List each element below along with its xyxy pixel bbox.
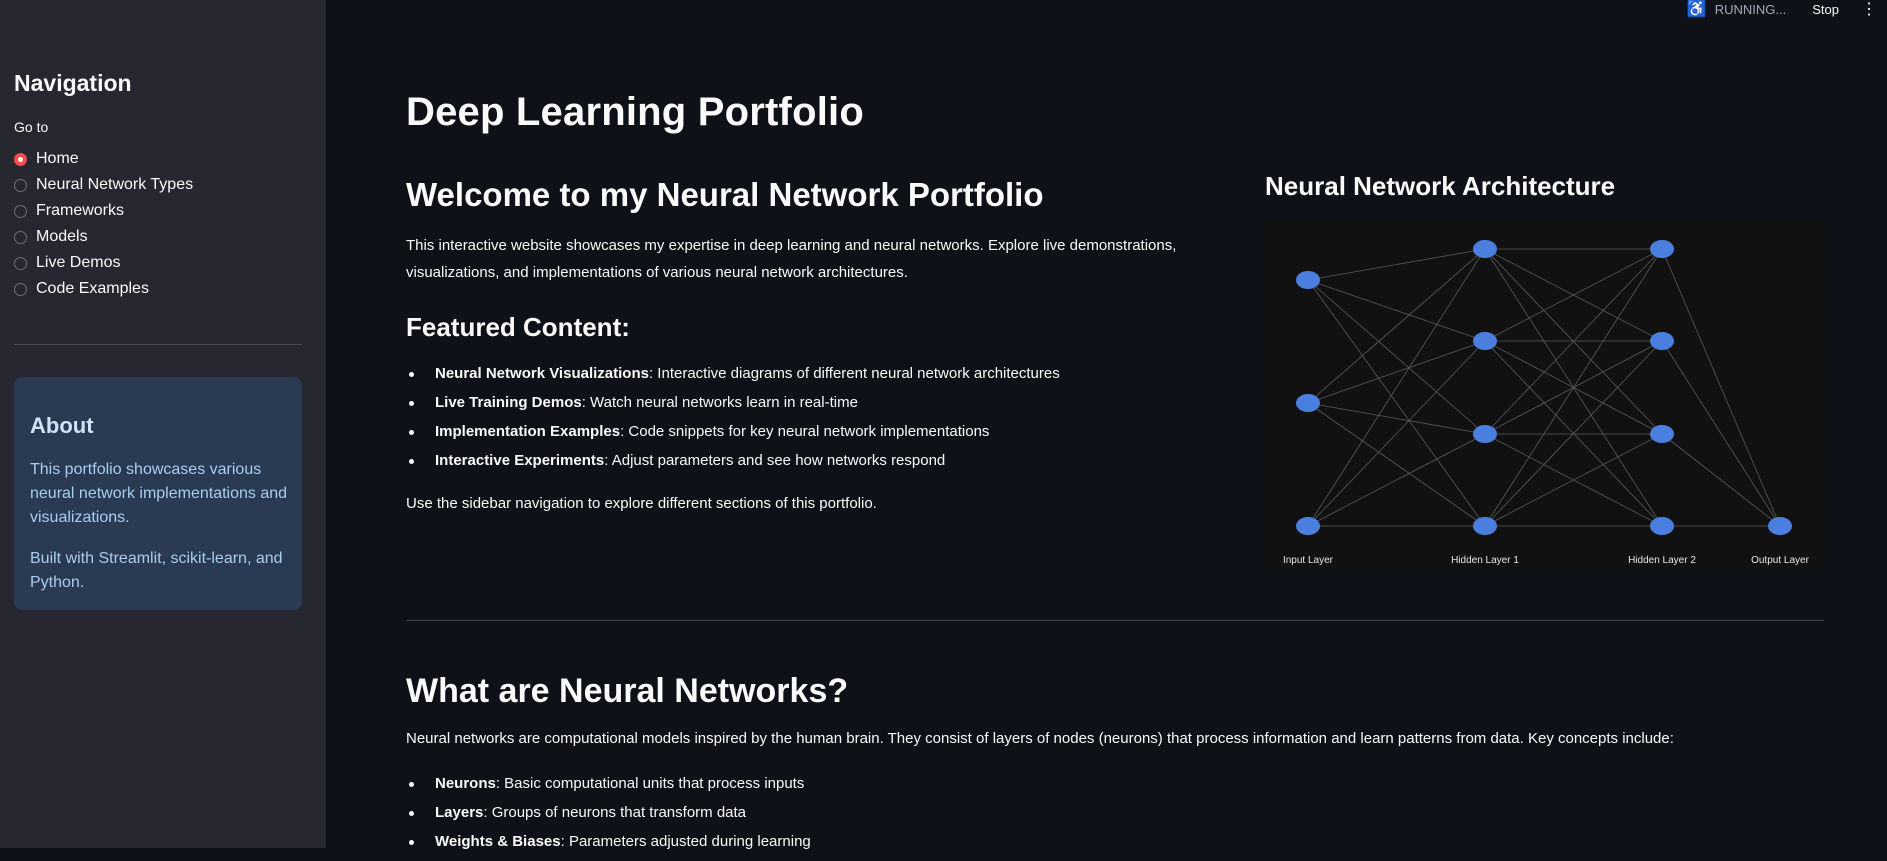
radio-selected-icon[interactable] xyxy=(14,152,27,166)
network-node xyxy=(1650,425,1674,443)
radio-group-label: Go to xyxy=(14,119,49,135)
about-text: This portfolio showcases various neural … xyxy=(30,461,288,526)
sidebar-divider xyxy=(14,344,302,345)
network-node xyxy=(1296,271,1320,289)
network-edge xyxy=(1307,248,1486,527)
network-edge xyxy=(1307,248,1486,404)
list-item: Live Training Demos: Watch neural networ… xyxy=(406,393,1060,422)
network-diagram-svg: Input Layer Hidden Layer 1 Hidden Layer 2 O… xyxy=(1283,240,1810,566)
list-item-text: : Adjust parameters and see how networks… xyxy=(604,452,946,469)
radio-unselected-icon[interactable] xyxy=(14,230,27,244)
layer-label: Hidden Layer 2 xyxy=(1628,555,1696,566)
sidebar-title: Navigation xyxy=(14,70,132,96)
list-item-bold: Layers xyxy=(435,804,484,821)
radio-unselected-icon[interactable] xyxy=(14,256,27,270)
network-node xyxy=(1473,332,1497,350)
list-item-bold: Live Training Demos xyxy=(435,394,582,411)
section-divider xyxy=(406,620,1824,621)
network-node xyxy=(1473,425,1497,443)
list-item-text: : Code snippets for key neural network i… xyxy=(620,423,990,440)
nav-option-label: Code Examples xyxy=(36,280,149,297)
radio-unselected-icon[interactable] xyxy=(14,204,27,218)
network-edge xyxy=(1307,279,1486,527)
network-edge xyxy=(1307,340,1486,527)
network-edge xyxy=(1661,340,1781,527)
list-item-text: : Watch neural networks learn in real-ti… xyxy=(581,394,858,411)
list-item: Neurons: Basic computational units that … xyxy=(406,774,811,803)
architecture-title: Neural Network Architecture xyxy=(1265,171,1616,201)
welcome-heading: Welcome to my Neural Network Portfolio xyxy=(406,176,1044,213)
network-edge xyxy=(1307,340,1486,404)
nav-option-live-demos[interactable]: Live Demos xyxy=(14,250,193,276)
network-edge xyxy=(1307,402,1486,435)
nav-option-neural-network-types[interactable]: Neural Network Types xyxy=(14,172,193,198)
list-item-bold: Weights & Biases xyxy=(435,833,561,850)
network-edge xyxy=(1307,248,1486,281)
about-built-with-text: Built with Streamlit, scikit-learn, and … xyxy=(30,550,283,591)
nav-radio-group: Home Neural Network Types Frameworks Mod… xyxy=(14,146,193,302)
intro-paragraph: This interactive website showcases my ex… xyxy=(406,237,1177,281)
layer-label: Output Layer xyxy=(1751,555,1809,566)
nav-option-label: Neural Network Types xyxy=(36,176,194,193)
list-item-text: : Basic computational units that process… xyxy=(495,775,805,792)
network-edge xyxy=(1661,248,1781,527)
network-edge xyxy=(1307,433,1486,527)
network-node xyxy=(1650,517,1674,535)
network-node xyxy=(1296,394,1320,412)
list-item: Layers: Groups of neurons that transform… xyxy=(406,803,811,832)
running-status: RUNNING... xyxy=(1714,1,1787,17)
list-item-text: : Interactive diagrams of different neur… xyxy=(648,365,1060,382)
list-item-text: : Groups of neurons that transform data xyxy=(483,804,747,821)
radio-unselected-icon[interactable] xyxy=(14,282,27,296)
network-edge xyxy=(1307,279,1486,342)
sidebar: Navigation Go to Home Neural Network Typ… xyxy=(0,0,326,848)
nav-option-label: Models xyxy=(36,228,88,245)
network-edge xyxy=(1307,402,1486,527)
sidebar-hint-text: Use the sidebar navigation to explore di… xyxy=(406,495,877,512)
nav-option-code-examples[interactable]: Code Examples xyxy=(14,276,193,302)
nav-option-label: Home xyxy=(36,150,79,167)
network-node xyxy=(1296,517,1320,535)
layer-label: Input Layer xyxy=(1283,555,1334,566)
layer-label: Hidden Layer 1 xyxy=(1451,555,1519,566)
nav-option-label: Frameworks xyxy=(36,202,125,219)
featured-heading: Featured Content: xyxy=(406,312,630,342)
page-title: Deep Learning Portfolio xyxy=(406,90,864,134)
list-item: Interactive Experiments: Adjust paramete… xyxy=(406,451,1060,480)
nav-option-frameworks[interactable]: Frameworks xyxy=(14,198,193,224)
list-item: Weights & Biases: Parameters adjusted du… xyxy=(406,832,811,861)
stop-button[interactable]: Stop xyxy=(1812,2,1839,17)
list-item: Neural Network Visualizations: Interacti… xyxy=(406,364,1060,393)
list-item-bold: Neural Network Visualizations xyxy=(435,365,649,382)
list-item-bold: Interactive Experiments xyxy=(435,452,605,469)
about-title: About xyxy=(30,413,94,438)
nav-option-label: Live Demos xyxy=(36,254,121,271)
network-node xyxy=(1650,332,1674,350)
list-item: Implementation Examples: Code snippets f… xyxy=(406,422,1060,451)
running-figure-icon: ♿ xyxy=(1686,1,1707,18)
network-node xyxy=(1768,517,1792,535)
nav-option-models[interactable]: Models xyxy=(14,224,193,250)
list-item-text: : Parameters adjusted during learning xyxy=(560,833,811,850)
what-are-nn-heading: What are Neural Networks? xyxy=(406,672,849,710)
network-node xyxy=(1473,517,1497,535)
about-info-box: About This portfolio showcases various n… xyxy=(14,377,302,610)
network-edge xyxy=(1307,279,1486,435)
featured-list: Neural Network Visualizations: Interacti… xyxy=(406,364,1060,480)
radio-unselected-icon[interactable] xyxy=(14,178,27,192)
network-node xyxy=(1473,240,1497,258)
network-node xyxy=(1650,240,1674,258)
kebab-menu-icon[interactable]: ⋮ xyxy=(1861,0,1877,19)
nav-option-home[interactable]: Home xyxy=(14,146,193,172)
list-item-bold: Implementation Examples xyxy=(435,423,621,440)
network-diagram: Input Layer Hidden Layer 1 Hidden Layer 2 O… xyxy=(1264,219,1825,570)
app-status-bar: ♿ RUNNING... Stop ⋮ xyxy=(1687,0,1877,18)
list-item-bold: Neurons xyxy=(435,775,496,792)
what-are-nn-text: Neural networks are computational models… xyxy=(406,730,1674,747)
network-edge xyxy=(1661,433,1781,527)
